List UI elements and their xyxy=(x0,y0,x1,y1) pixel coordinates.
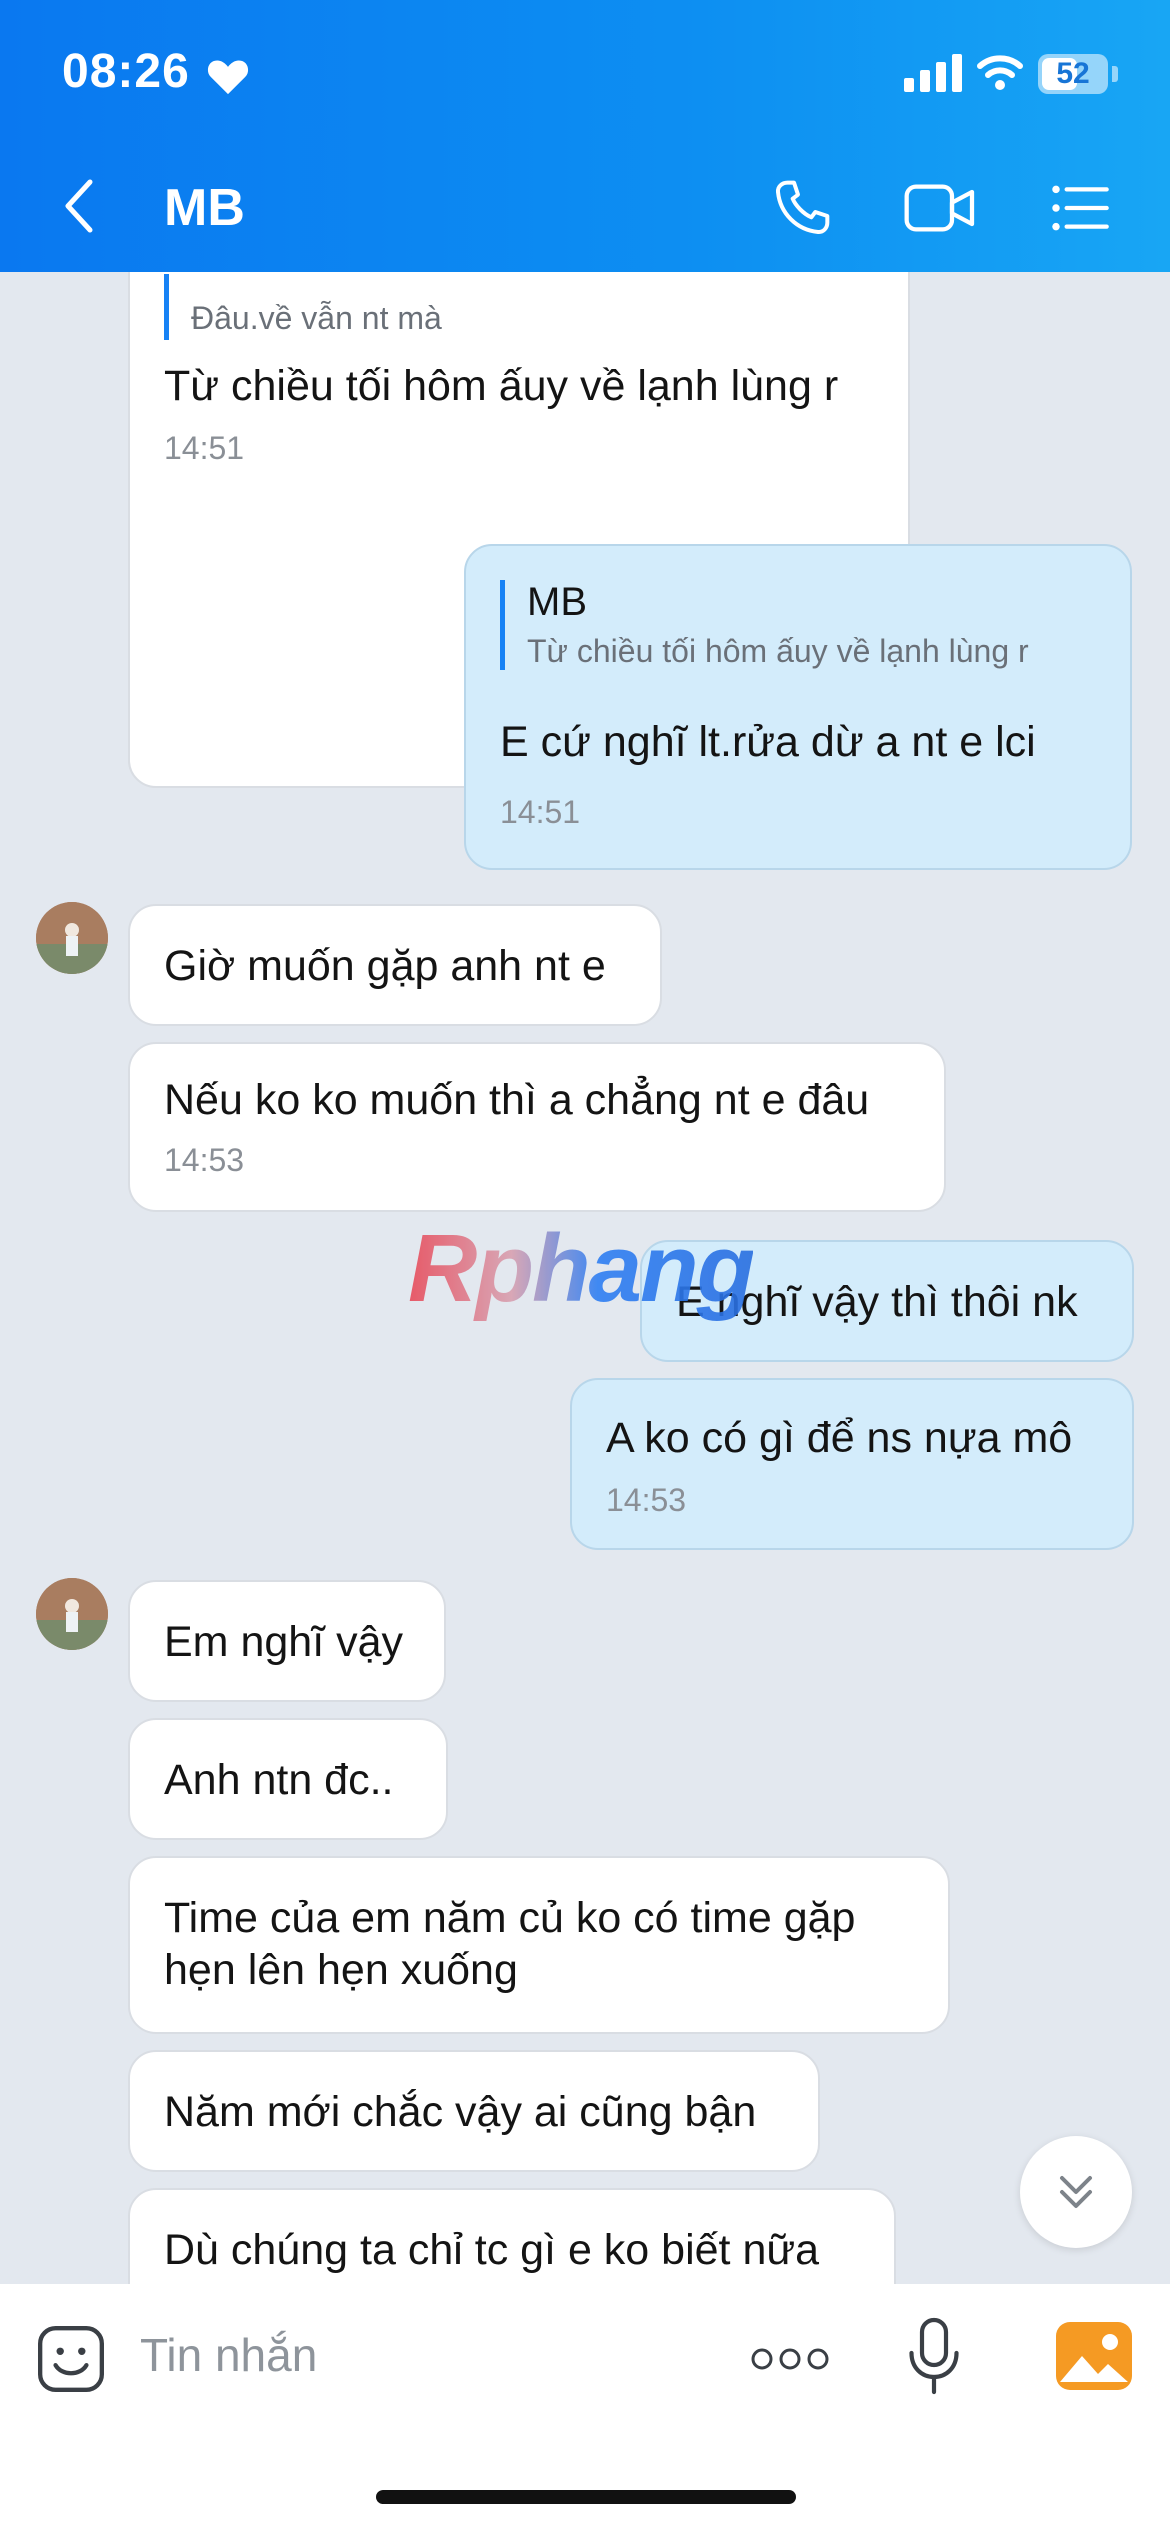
message-text: Em nghĩ vậy xyxy=(164,1618,403,1666)
message-bubble-sent[interactable]: A ko có gì để ns nựa mô 14:53 xyxy=(570,1378,1134,1550)
phone-call-icon[interactable] xyxy=(770,176,834,240)
message-bubble-received[interactable]: Năm mới chắc vậy ai cũng bận xyxy=(128,2050,820,2172)
message-text: Anh ntn đc.. xyxy=(164,1756,394,1804)
message-text: Nếu ko ko muốn thì a chẳng nt e đâu xyxy=(164,1076,870,1124)
back-button[interactable] xyxy=(60,176,100,236)
message-text: A ko có gì để ns nựa mô xyxy=(606,1414,1073,1462)
message-bubble-received[interactable]: Em nghĩ vậy xyxy=(128,1580,446,1702)
message-bubble-received[interactable]: Anh ntn đc.. xyxy=(128,1718,448,1840)
avatar[interactable] xyxy=(36,902,108,974)
quoted-message[interactable]: Đâu.về vẫn nt mà xyxy=(164,274,442,340)
video-call-icon[interactable] xyxy=(902,176,978,240)
message-time: 14:51 xyxy=(500,794,581,830)
status-time: 08:26 xyxy=(62,45,190,98)
avatar-photo-icon xyxy=(36,1578,108,1650)
cellular-signal-icon xyxy=(904,54,962,92)
double-chevron-down-icon xyxy=(1060,2176,1092,2208)
chat-title[interactable]: MB xyxy=(164,178,245,238)
message-bubble-sent[interactable]: MB Từ chiều tối hôm ấuy về lạnh lùng r E… xyxy=(464,544,1132,870)
chat-header: 08:26 52 MB xyxy=(0,0,1170,272)
message-time: 14:51 xyxy=(164,430,245,466)
message-text: Giờ muốn gặp anh nt e xyxy=(164,942,606,990)
message-text: Từ chiều tối hôm ấuy về lạnh lùng r xyxy=(164,362,839,410)
message-bubble-received[interactable]: Nếu ko ko muốn thì a chẳng nt e đâu 14:5… xyxy=(128,1042,946,1212)
message-text: Năm mới chắc vậy ai cũng bận xyxy=(164,2088,757,2136)
battery-indicator: 52 xyxy=(1038,54,1108,94)
message-text: Dù chúng ta chỉ tc gì e ko biết nữa xyxy=(164,2226,820,2274)
sticker-icon[interactable] xyxy=(34,2322,108,2396)
microphone-icon[interactable] xyxy=(904,2314,964,2398)
message-time: 14:53 xyxy=(164,1142,245,1178)
quoted-text: Đâu.về vẫn nt mà xyxy=(191,300,442,336)
more-options-icon[interactable] xyxy=(748,2342,832,2376)
menu-list-icon[interactable] xyxy=(1048,176,1112,240)
message-bubble-received[interactable]: Dù chúng ta chỉ tc gì e ko biết nữa xyxy=(128,2188,896,2284)
quoted-message[interactable]: MB Từ chiều tối hôm ấuy về lạnh lùng r xyxy=(500,580,1029,670)
battery-tip xyxy=(1112,66,1118,82)
home-indicator xyxy=(376,2490,796,2504)
battery-level: 52 xyxy=(1056,57,1090,90)
image-gallery-icon[interactable] xyxy=(1054,2320,1134,2392)
avatar-photo-icon xyxy=(36,902,108,974)
message-time: 14:53 xyxy=(606,1482,687,1518)
quoted-sender: MB xyxy=(527,580,587,624)
quoted-text: Từ chiều tối hôm ấuy về lạnh lùng r xyxy=(527,633,1029,669)
wifi-icon xyxy=(977,55,1023,90)
heart-icon xyxy=(207,60,249,95)
message-bubble-received[interactable]: Giờ muốn gặp anh nt e xyxy=(128,904,662,1026)
message-bubble-received[interactable]: Time của em năm củ ko có time gặp hẹn lê… xyxy=(128,1856,950,2034)
message-composer: Tin nhắn xyxy=(0,2284,1170,2532)
avatar[interactable] xyxy=(36,1578,108,1650)
scroll-to-bottom-button[interactable] xyxy=(1020,2136,1132,2248)
message-text: Time của em năm củ ko có time gặp hẹn lê… xyxy=(164,1894,856,1994)
message-input[interactable]: Tin nhắn xyxy=(140,2328,317,2382)
message-text: E cứ nghĩ lt.rửa dừ a nt e lci xyxy=(500,718,1036,766)
watermark-logo: Rphang xyxy=(408,1215,755,1322)
